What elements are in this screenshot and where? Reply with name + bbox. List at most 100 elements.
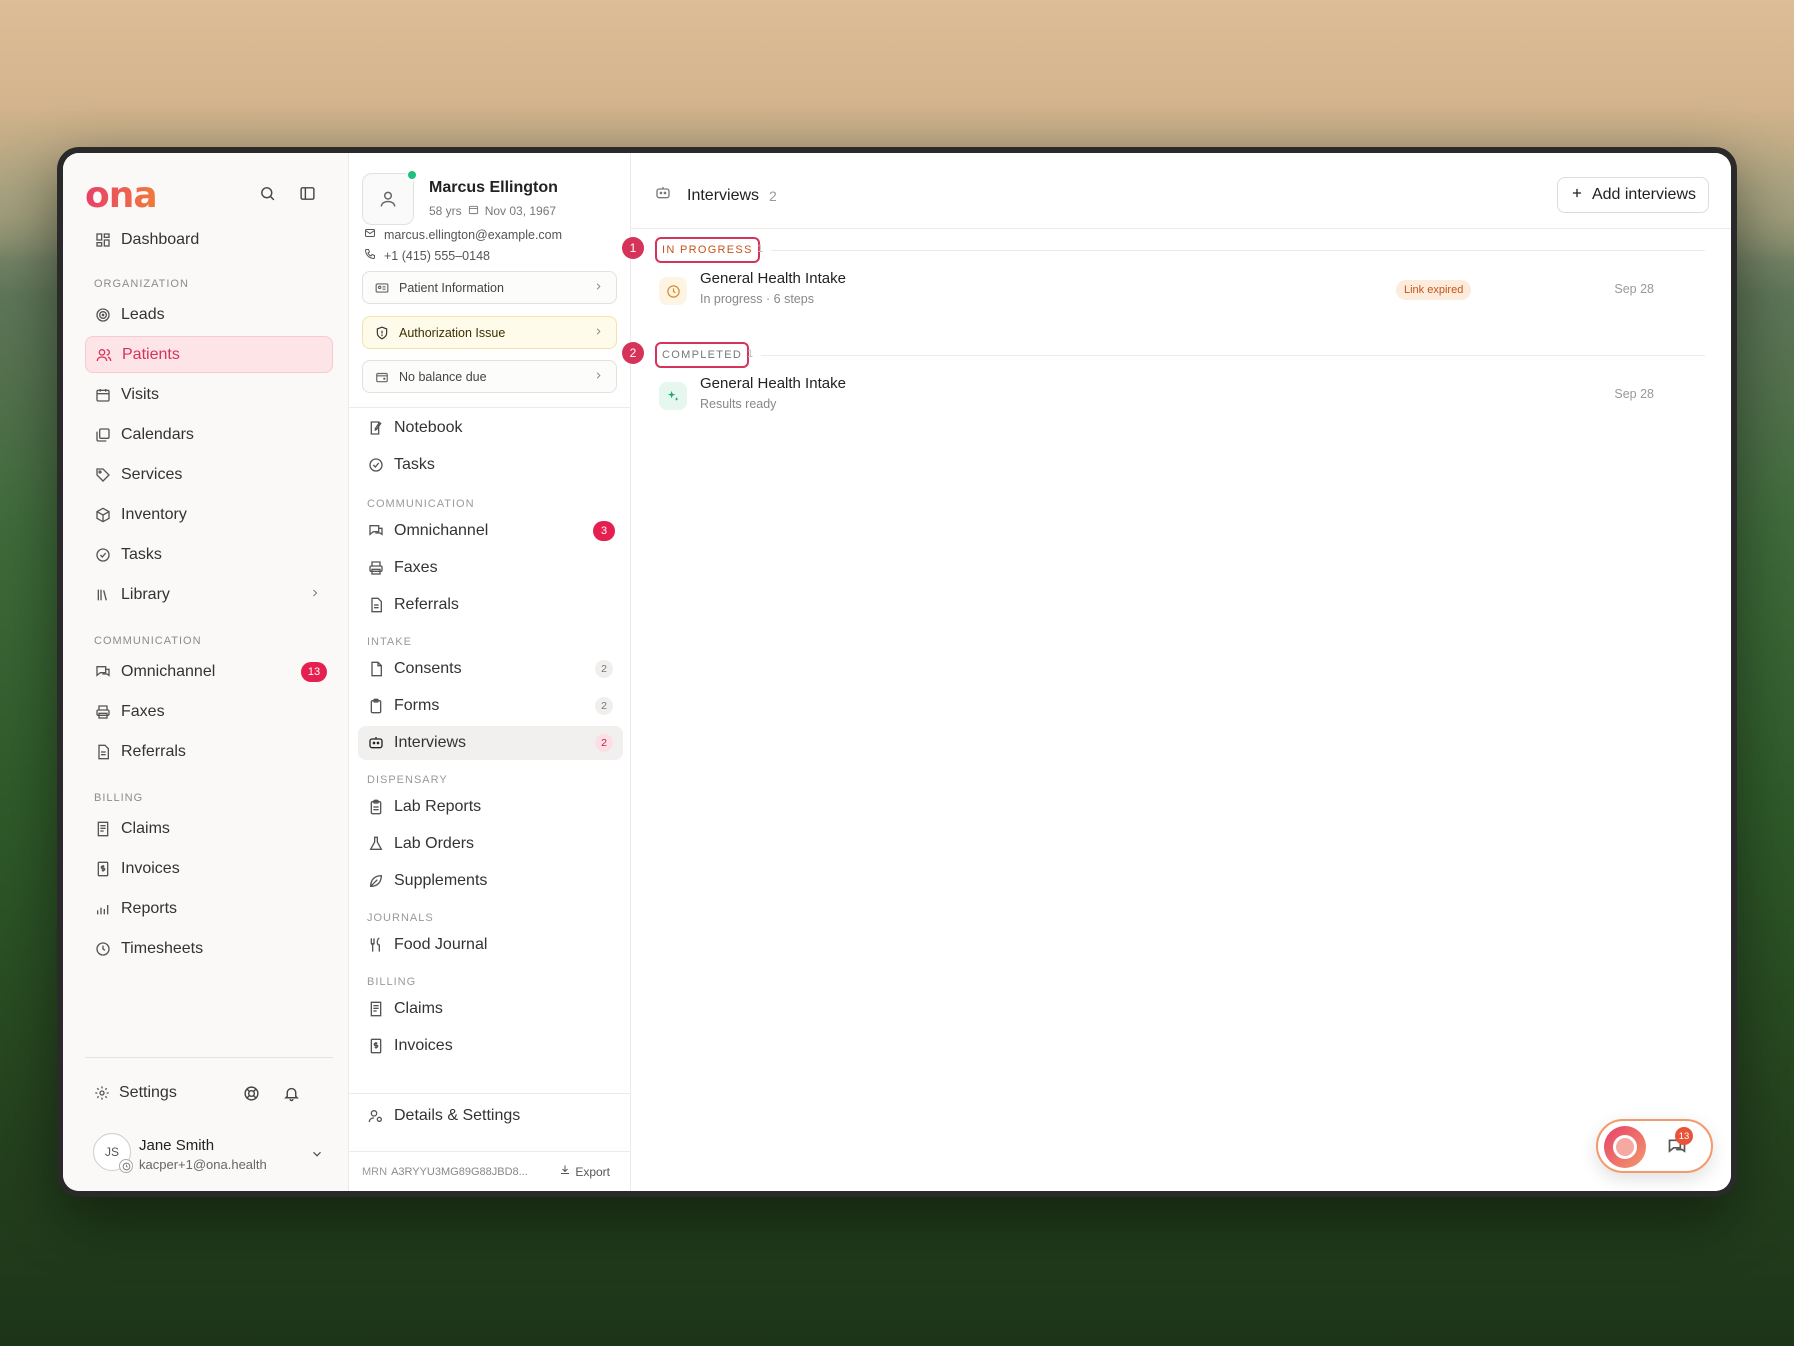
mrn-footer: MRN A3RYYU3MG89G88JBD8... Export: [349, 1151, 630, 1191]
patient-nav-food-journal[interactable]: Food Journal: [358, 928, 623, 962]
patient-email-row[interactable]: marcus.ellington@example.com: [364, 227, 562, 242]
sidebar-item-visits[interactable]: Visits: [85, 376, 333, 413]
document-icon: [94, 743, 112, 761]
sidebar-section-title: COMMUNICATION: [94, 635, 202, 647]
sidebar-item-services[interactable]: Services: [85, 456, 333, 493]
wallet-icon: [375, 370, 389, 384]
chart-icon: [94, 900, 112, 918]
group-count: 1: [747, 348, 754, 360]
sidebar-item-label: Visits: [121, 385, 159, 403]
patient-nav-interviews[interactable]: Interviews 2: [358, 726, 623, 760]
interview-date: Sep 28: [1614, 282, 1654, 296]
check-circle-icon: [94, 546, 112, 564]
calendar-icon: [468, 204, 479, 218]
patient-nav-label: Claims: [394, 1000, 443, 1017]
add-interviews-label: Add interviews: [1591, 186, 1696, 203]
count-badge: 2: [595, 660, 613, 678]
sidebar-item-inventory[interactable]: Inventory: [85, 496, 333, 533]
sidebar-item-dashboard[interactable]: Dashboard: [85, 221, 333, 258]
patient-nav-forms[interactable]: Forms 2: [358, 689, 623, 723]
balance-card[interactable]: No balance due: [362, 360, 617, 393]
patient-nav-lab-reports[interactable]: Lab Reports: [358, 790, 623, 824]
count-badge: 2: [595, 697, 613, 715]
receipt-icon: [94, 820, 112, 838]
sidebar-nav: Dashboard ORGANIZATION Leads Patients Vi…: [85, 221, 333, 970]
sidebar-item-claims[interactable]: Claims: [85, 810, 333, 847]
sidebar-item-faxes[interactable]: Faxes: [85, 693, 333, 730]
patient-nav-tasks[interactable]: Tasks: [358, 448, 623, 482]
bell-icon[interactable]: [279, 1081, 303, 1105]
sidebar-item-leads[interactable]: Leads: [85, 296, 333, 333]
step-marker: 1: [622, 237, 644, 259]
interview-date: Sep 28: [1614, 387, 1654, 401]
interviews-main: Interviews 2 Add interviews 1 IN PROGRES…: [622, 153, 1731, 1191]
interview-title: General Health Intake: [700, 375, 846, 392]
leaf-icon: [367, 872, 385, 890]
patient-nav-label: Referrals: [394, 596, 459, 613]
count-badge: 2: [595, 734, 613, 752]
sidebar-item-label: Invoices: [121, 859, 180, 877]
patient-nav-omnichannel[interactable]: Omnichannel 3: [358, 514, 623, 548]
sidebar-item-invoices[interactable]: Invoices: [85, 850, 333, 887]
sidebar-item-label: Tasks: [121, 545, 162, 563]
list-item[interactable]: General Health Intake In progress · 6 st…: [631, 267, 1731, 327]
patient-information-card[interactable]: Patient Information: [362, 271, 617, 304]
sidebar-item-label: Calendars: [121, 425, 194, 443]
group-divider: [771, 250, 1705, 251]
patient-nav-lab-orders[interactable]: Lab Orders: [358, 827, 623, 861]
settings-button[interactable]: Settings: [85, 1074, 185, 1111]
card-label: Authorization Issue: [399, 325, 506, 340]
patient-nav-invoices[interactable]: Invoices: [358, 1029, 623, 1063]
users-icon: [95, 346, 113, 364]
page-title-text: Interviews: [687, 186, 760, 204]
export-button[interactable]: Export: [559, 1164, 610, 1179]
add-interviews-button[interactable]: Add interviews: [1556, 177, 1709, 213]
patient-nav-claims[interactable]: Claims: [358, 992, 623, 1026]
patient-nav-notebook[interactable]: Notebook: [358, 411, 623, 445]
patient-nav-section-title: JOURNALS: [367, 912, 434, 924]
avatar[interactable]: JS: [93, 1133, 133, 1173]
patient-avatar[interactable]: [362, 169, 418, 225]
sidebar-item-omnichannel[interactable]: Omnichannel 13: [85, 653, 333, 690]
patient-nav-section-title: DISPENSARY: [367, 774, 448, 786]
phone-icon: [364, 248, 376, 263]
clock-icon: [659, 277, 687, 305]
assistant-logo-icon[interactable]: [1604, 1126, 1646, 1168]
patient-nav-faxes[interactable]: Faxes: [358, 551, 623, 585]
details-settings-button[interactable]: Details & Settings: [358, 1099, 623, 1133]
sidebar-item-reports[interactable]: Reports: [85, 890, 333, 927]
chat-icon: [94, 663, 112, 681]
invoice-icon: [367, 1037, 385, 1055]
patient-nav-consents[interactable]: Consents 2: [358, 652, 623, 686]
export-label: Export: [575, 1164, 610, 1179]
patient-phone-row[interactable]: +1 (415) 555–0148: [364, 248, 490, 263]
group-count: 1: [757, 243, 764, 255]
sidebar-item-referrals[interactable]: Referrals: [85, 733, 333, 770]
sidebar-item-timesheets[interactable]: Timesheets: [85, 930, 333, 967]
patient-nav-label: Faxes: [394, 559, 438, 576]
app-logo[interactable]: ona: [85, 175, 158, 216]
sidebar-item-calendars[interactable]: Calendars: [85, 416, 333, 453]
authorization-issue-card[interactable]: Authorization Issue: [362, 316, 617, 349]
utensils-icon: [367, 936, 385, 954]
printer-icon: [94, 703, 112, 721]
mrn-value[interactable]: A3RYYU3MG89G88JBD8...: [391, 1166, 528, 1178]
status-badge: Link expired: [1396, 280, 1472, 300]
search-icon[interactable]: [255, 181, 279, 205]
chevron-down-icon[interactable]: [305, 1142, 329, 1166]
help-icon[interactable]: [239, 1081, 263, 1105]
patient-nav-supplements[interactable]: Supplements: [358, 864, 623, 898]
chat-widget[interactable]: 13: [1596, 1119, 1713, 1173]
list-item[interactable]: General Health Intake Results ready Sep …: [631, 372, 1731, 432]
sidebar-item-patients[interactable]: Patients: [85, 336, 333, 373]
divider: [349, 407, 630, 408]
calendar-grid-icon: [94, 386, 112, 404]
shield-icon: [375, 326, 389, 340]
sidebar-item-label: Referrals: [121, 742, 186, 760]
patient-nav-referrals[interactable]: Referrals: [358, 588, 623, 622]
sidebar-item-tasks[interactable]: Tasks: [85, 536, 333, 573]
patient-meta: 58 yrs Nov 03, 1967: [429, 204, 556, 218]
sidebar-item-library[interactable]: Library: [85, 576, 333, 613]
sidebar-toggle-icon[interactable]: [295, 181, 319, 205]
sidebar-item-label: Inventory: [121, 505, 187, 523]
